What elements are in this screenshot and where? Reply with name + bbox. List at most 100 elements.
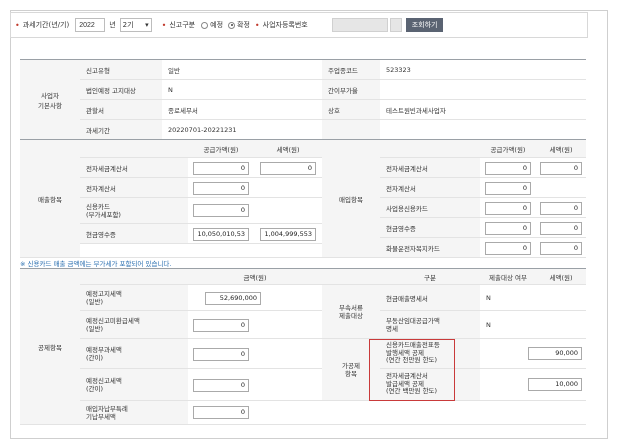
purchase-col-tax: 세액(원): [536, 140, 586, 158]
purchase-tax-input[interactable]: 0: [540, 162, 582, 175]
deduction-amount-input[interactable]: 0: [193, 406, 249, 419]
deduction-row-label: 매입자납부특례 기납부세액: [80, 401, 188, 425]
purchase-tax-input[interactable]: 0: [540, 222, 582, 235]
deduction-amount-input[interactable]: 0: [193, 379, 249, 392]
basic-value: N: [162, 80, 322, 100]
sales-row-label: 전자계산서: [80, 178, 188, 198]
purchase-row-label: 현금영수증: [380, 218, 480, 238]
purchase-row-label: 전자세금계산서: [380, 158, 480, 178]
attach-row-label: 현금매출명세서: [380, 285, 480, 311]
highlight-box: [369, 339, 455, 401]
year-input[interactable]: [75, 18, 106, 32]
radio-confirm[interactable]: 확정: [228, 20, 250, 30]
simple-tax-input[interactable]: 90,000: [528, 347, 582, 360]
report-type-label: 신고구분: [169, 21, 196, 29]
basic-label: 신고유형: [80, 60, 162, 80]
sales-section-label: 매출항목: [20, 140, 80, 258]
sales-purchase-section: 매출항목 공급가액(원) 세액(원) 전자세금계산서 0 0 전자계산서 0 신…: [20, 139, 586, 258]
purchase-supply-input[interactable]: 0: [485, 182, 531, 195]
basic-label: 관할서: [80, 100, 162, 120]
attach-section-label: 부속서류 제출대상: [322, 285, 380, 339]
required-marker: •: [254, 20, 260, 30]
sales-tax-input[interactable]: 1,004,999,553: [260, 228, 316, 241]
deduction-section-label: 공제항목: [20, 269, 80, 425]
sales-row-label: 전자세금계산서: [80, 158, 188, 178]
deduction-amount-input[interactable]: 0: [193, 348, 249, 361]
purchase-col-supply: 공급가액(원): [480, 140, 536, 158]
deduction-col-amount: 금액(원): [188, 269, 322, 285]
sales-row-label: 신용카드 (부가세포함): [80, 198, 188, 224]
purchase-supply-input[interactable]: 0: [485, 162, 531, 175]
basic-value: 20220701-20221231: [162, 120, 322, 140]
basic-value: 종로세무서: [162, 100, 322, 120]
basic-section-label: 사업자 기본사항: [20, 60, 80, 140]
required-marker: •: [15, 20, 20, 30]
radio-regular-label: 예정: [210, 21, 224, 29]
sales-header-blank: [80, 140, 188, 158]
attach-row-label: 부동산임대공급가액 명세: [380, 311, 480, 339]
deduction-amount-input[interactable]: 52,690,000: [205, 292, 261, 305]
deduction-header-blank: [80, 269, 188, 285]
sales-supply-input[interactable]: 0: [193, 182, 249, 195]
sales-supply-input[interactable]: 10,050,010,53: [193, 228, 249, 241]
radio-on-icon: [228, 21, 236, 29]
sales-supply-input[interactable]: 0: [193, 162, 249, 175]
purchase-row-label: 화물운전자복지카드: [380, 238, 480, 258]
year-unit: 년: [109, 21, 116, 29]
sales-col-tax: 세액(원): [254, 140, 322, 158]
filter-bar: • 과세기간(년/기) 년 2기 ▾ • 신고구분 예정 확정 • 사업자등록번…: [10, 12, 588, 38]
deduction-section: 공제항목 금액(원) 예정고지세액 (일반) 52,690,000 예정신고미환…: [20, 268, 586, 425]
chevron-down-icon: ▾: [145, 21, 149, 29]
basic-value: 테스트원빈과세사업자: [380, 100, 586, 120]
purchase-supply-input[interactable]: 0: [485, 242, 531, 255]
radio-regular[interactable]: 예정: [201, 20, 223, 30]
deduction-col-submit: 제출대상 여부: [480, 269, 536, 285]
attach-row-value: N: [480, 311, 586, 339]
sales-tax-input[interactable]: 0: [260, 162, 316, 175]
basic-section: 사업자 기본사항 신고유형 일반 주업종코드 523323 법인예정 고지대상 …: [20, 59, 586, 140]
simple-tax-input[interactable]: 10,000: [528, 378, 582, 391]
purchase-supply-input[interactable]: 0: [485, 222, 531, 235]
deduction-row-label: 예정신고미환급세액 (일반): [80, 311, 188, 339]
purchase-tax-input[interactable]: 0: [540, 202, 582, 215]
basic-label: 상호: [322, 100, 380, 120]
sales-spacer: [80, 244, 322, 258]
period-label: 과세기간(년/기): [22, 21, 70, 29]
term-value: 2기: [122, 21, 134, 29]
search-button[interactable]: 조회하기: [405, 18, 444, 32]
basic-label: 법인예정 고지대상: [80, 80, 162, 100]
basic-label: 간이부가율: [322, 80, 380, 100]
biz-no-input[interactable]: [331, 18, 388, 32]
purchase-section-label: 매입항목: [322, 140, 380, 258]
purchase-row-label: 전자계산서: [380, 178, 480, 198]
term-select[interactable]: 2기 ▾: [119, 18, 152, 32]
radio-confirm-label: 확정: [237, 21, 250, 29]
purchase-tax-input[interactable]: 0: [540, 242, 582, 255]
deduction-amount-input[interactable]: 0: [193, 319, 249, 332]
biz-no-input-suffix[interactable]: [389, 18, 402, 32]
attach-row-value: N: [480, 285, 586, 311]
sales-row-label: 현금영수증: [80, 224, 188, 244]
biz-no-label: 사업자등록번호: [262, 21, 308, 29]
basic-value: 일반: [162, 60, 322, 80]
basic-value: 523323: [380, 60, 586, 80]
sales-supply-input[interactable]: 0: [193, 204, 249, 217]
basic-label: 주업종코드: [322, 60, 380, 80]
deduction-col-category: 구분: [380, 269, 480, 285]
basic-label: [322, 120, 380, 140]
purchase-supply-input[interactable]: 0: [485, 202, 531, 215]
basic-value: [380, 120, 586, 140]
deduction-row-label: 예정고지세액 (일반): [80, 285, 188, 311]
deduction-row-label: 예정신고세액 (간이): [80, 369, 188, 401]
deduction-right-header-blank: [322, 269, 380, 285]
purchase-row-label: 사업용신용카드: [380, 198, 480, 218]
deduction-row-label: 예정부과세액 (간이): [80, 339, 188, 369]
basic-label: 과세기간: [80, 120, 162, 140]
purchase-header-blank: [380, 140, 480, 158]
basic-value: [380, 80, 586, 100]
radio-off-icon: [201, 21, 209, 29]
deduction-right-spacer: [322, 401, 586, 425]
required-marker: •: [161, 20, 167, 30]
deduction-col-tax: 세액(원): [536, 269, 586, 285]
vat-included-note: ※ 신용카드 매출 금액에는 부가세가 포함되어 있습니다.: [20, 260, 172, 268]
